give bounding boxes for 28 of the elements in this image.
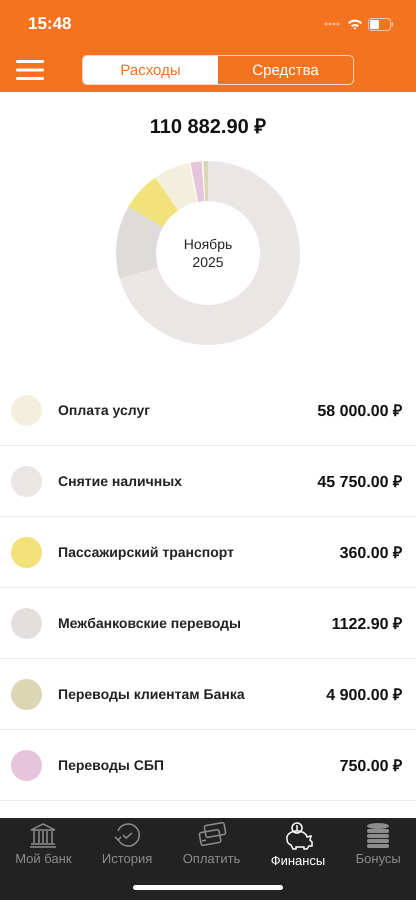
- category-name[interactable]: Оплата услуг: [58, 402, 318, 418]
- total-amount: 110 882.90 ₽: [148, 115, 268, 139]
- status-time: 15:48: [28, 14, 72, 34]
- category-amount: 45 750.00 ₽: [317, 473, 402, 492]
- signal-icon: [324, 22, 342, 26]
- nav-tab[interactable]: Бонусы: [354, 822, 403, 868]
- clock-icon: [113, 822, 142, 848]
- nav-tab[interactable]: Оплатить: [180, 822, 242, 868]
- category-amount: 750.00 ₽: [340, 757, 402, 776]
- nav-tab[interactable]: История: [100, 822, 154, 868]
- category-name[interactable]: Переводы СБП: [58, 757, 340, 773]
- cards-icon: [196, 822, 226, 848]
- bank-icon: [28, 822, 58, 848]
- wifi-icon: [347, 18, 363, 30]
- category-name[interactable]: Пассажирский транспорт: [58, 544, 340, 560]
- category-amount: 4 900.00 ₽: [326, 686, 402, 705]
- category-name[interactable]: Переводы клиентам Банка: [58, 686, 326, 702]
- nav-tab[interactable]: Мой банк: [13, 822, 74, 868]
- category-name[interactable]: Межбанковские переводы: [58, 615, 332, 631]
- nav-tab[interactable]: Финансы: [268, 822, 328, 868]
- chart-year: 2025: [192, 253, 224, 271]
- category-amount: 1122.90 ₽: [332, 615, 402, 634]
- category-amount: 58 000.00 ₽: [317, 402, 402, 421]
- chart-month: Ноябрь: [184, 235, 232, 253]
- battery-icon: [368, 18, 394, 30]
- category-name[interactable]: Снятие наличных: [58, 473, 318, 489]
- menu-icon[interactable]: [16, 60, 44, 80]
- category-amount: 360.00 ₽: [340, 544, 402, 563]
